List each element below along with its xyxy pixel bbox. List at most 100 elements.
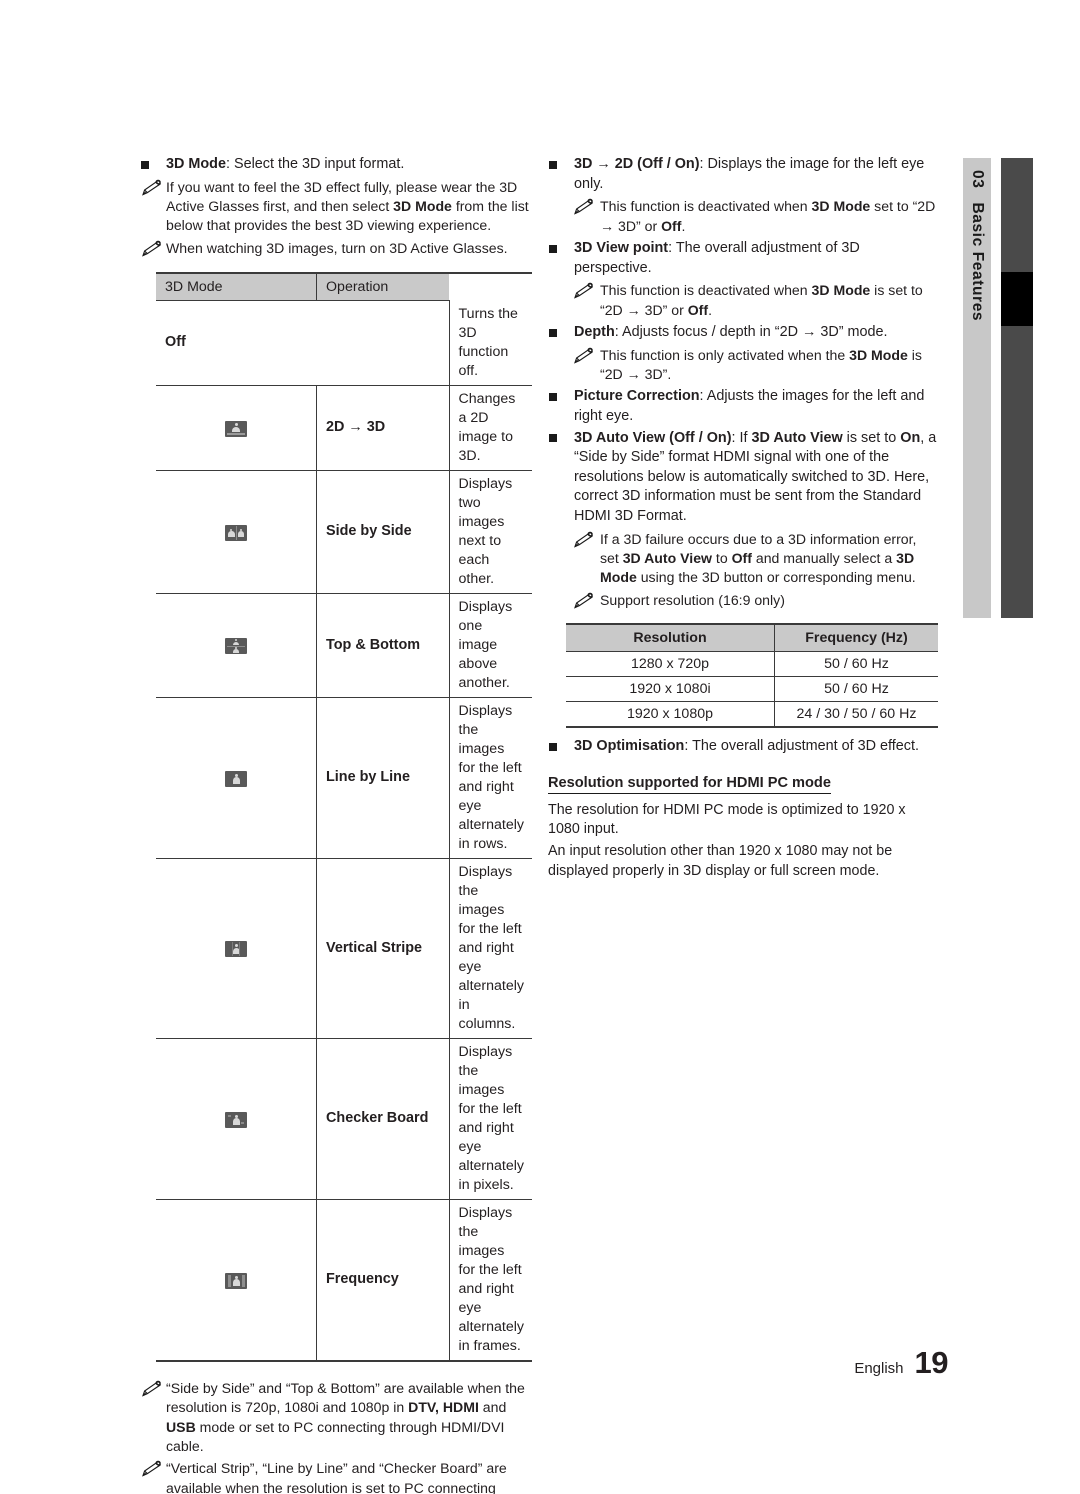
note-0-part-1: 3D Mode (393, 198, 452, 214)
mode-table-header-mode: 3D Mode (156, 273, 318, 302)
mode-operation: Displays the images for the left and rig… (449, 1038, 532, 1200)
bullet-item: 3D View point: The overall adjustment of… (548, 239, 938, 278)
resolution-table-header-frequency: Frequency (Hz) (774, 624, 938, 653)
table-row: 2D → 3D Changes a 2D image to 3D. (156, 385, 532, 471)
rblock-1-part-1: 3D Mode (811, 198, 871, 215)
rblock-3-part-0: This function is deactivated when (600, 282, 812, 299)
frequency-value: 50 / 60 Hz (774, 651, 938, 678)
note-pencil-icon (140, 1380, 162, 1397)
top-bottom-icon (225, 638, 247, 655)
table-row: Vertical Stripe Displays the images for t… (156, 858, 532, 1039)
mode-operation: Turns the 3D function off. (449, 300, 532, 386)
right-paragraphs: The resolution for HDMI PC mode is optim… (548, 801, 938, 881)
subheading-hdmi-pc: Resolution supported for HDMI PC mode (548, 775, 831, 794)
mode-icon-cell (156, 1199, 318, 1361)
mode-icon-cell (156, 593, 318, 698)
rblock-5-part-0: This function is only activated when the (600, 346, 850, 363)
mode-label: Frequency (316, 1199, 450, 1361)
resolution-value: 1920 x 1080i (566, 676, 775, 703)
2d-to-3d-icon (225, 420, 247, 437)
mode-icon-cell (156, 858, 318, 1039)
note-item: This function is deactivated when 3D Mod… (548, 197, 938, 236)
rblock-8-part-2: to (712, 549, 732, 566)
rblock-6-part-0: Picture Correction (574, 388, 700, 405)
rblock-4-part-0: Depth (574, 324, 615, 340)
mode-operation: Changes a 2D image to 3D. (449, 385, 532, 471)
mode-icon-cell (156, 385, 318, 471)
footer-language: English (854, 1360, 904, 1377)
rblock-7-part-2: 3D Auto View (751, 429, 843, 446)
table-row: 1280 x 720p 50 / 60 Hz (566, 651, 938, 678)
rblock-7-part-3: is set to (842, 429, 901, 446)
note-0-part-2: and (478, 1399, 507, 1416)
chapter-number: 03 (968, 170, 986, 189)
left-notes-top: If you want to feel the 3D effect fully,… (140, 178, 530, 259)
mode-operation: Displays two images next to each other. (449, 470, 532, 594)
table-row: Off Turns the 3D function off. (156, 300, 532, 386)
mode-table-body: Off Turns the 3D function off. 2D → 3D Chan… (156, 300, 532, 1361)
paragraph: The resolution for HDMI PC mode is optim… (548, 801, 906, 838)
rblock-3-part-4: . (708, 301, 712, 318)
footer-page-number: 19 (914, 1345, 949, 1380)
left-notes-bottom: “Side by Side” and “Top & Bottom” are av… (140, 1379, 530, 1494)
note-pencil-icon (572, 592, 594, 609)
bullet-item: 3D → 2D (Off / On): Displays the image f… (548, 155, 938, 194)
bullet-3d-optimisation: 3D Optimisation: The overall adjustment … (548, 737, 938, 757)
side-by-side-icon (225, 524, 247, 541)
chapter-title: Basic Features (968, 202, 986, 322)
note-item: When watching 3D images, turn on 3D Acti… (140, 239, 530, 258)
manual-page: 03 Basic Features 3D Mode: Select the 3D … (0, 0, 1080, 1494)
note-item: If you want to feel the 3D effect fully,… (140, 178, 530, 236)
table-row: Top & Bottom Displays one image above ano… (156, 593, 532, 698)
left-column: 3D Mode: Select the 3D input format. If … (140, 155, 532, 1494)
rblock-5-part-1: 3D Mode (849, 346, 908, 363)
resolution-table-body: 1280 x 720p 50 / 60 Hz 1920 x 1080i 50 / 60… (566, 651, 938, 728)
mode-icon-cell (156, 1038, 318, 1200)
mode-label: Off (156, 300, 450, 386)
note-item: This function is deactivated when 3D Mod… (548, 281, 938, 320)
table-row: Line by Line Displays the images for the … (156, 697, 532, 859)
mode-icon-cell (156, 470, 318, 594)
mode-table: 3D Mode Operation Off Turns the 3D functi… (156, 272, 532, 1362)
bullet-item: 3D Auto View (Off / On): If 3D Auto View… (548, 429, 938, 527)
note-pencil-icon (572, 531, 594, 548)
mode-label: Vertical Stripe (316, 858, 450, 1039)
note-pencil-icon (572, 198, 594, 215)
rblock-1-part-0: This function is deactivated when (600, 198, 812, 215)
bullet-3d-mode-label: 3D Mode (166, 156, 226, 172)
rblock-7-part-0: 3D Auto View (Off / On) (574, 429, 732, 446)
chapter-bar (1001, 158, 1033, 618)
vertical-stripe-icon (225, 941, 247, 958)
rblock-8-part-1: 3D Auto View (622, 549, 712, 566)
table-row: Side by Side Displays two images next to … (156, 470, 532, 594)
mode-table-header-operation: Operation (316, 273, 450, 302)
paragraph: An input resolution other than 1920 x 10… (548, 842, 893, 879)
bullet-item: Picture Correction: Adjusts the images f… (548, 387, 938, 426)
rblock-8-part-6: using the 3D button or corresponding men… (636, 569, 916, 586)
rblock-8-part-4: and manually select a (751, 549, 897, 566)
rblock-1-part-3: Off (661, 217, 682, 234)
mode-label: Checker Board (316, 1038, 450, 1200)
note-pencil-icon (572, 347, 594, 364)
note-pencil-icon (140, 240, 162, 257)
chapter-marker (1001, 272, 1033, 326)
mode-operation: Displays the images for the left and rig… (449, 858, 532, 1039)
note-item: If a 3D failure occurs due to a 3D infor… (548, 530, 938, 588)
mode-operation: Displays one image above another. (449, 593, 532, 698)
line-by-line-icon (225, 770, 247, 787)
rblock-9-part-0: Support resolution (16:9 only) (600, 591, 785, 608)
note-item: This function is only activated when the… (548, 346, 938, 385)
bullet-3d-mode: 3D Mode: Select the 3D input format. (140, 155, 530, 175)
resolution-table-header-row: Resolution Frequency (Hz) (566, 624, 938, 653)
mode-label: Side by Side (316, 470, 450, 594)
checker-board-icon (225, 1111, 247, 1128)
mode-label: Line by Line (316, 697, 450, 859)
note-0-part-1: DTV, HDMI (408, 1399, 479, 1416)
note-pencil-icon (572, 282, 594, 299)
page-footer: English 19 (854, 1345, 948, 1381)
rblock-7-part-1: : If (731, 429, 752, 446)
note-0-part-4: mode or set to PC connecting through HDM… (166, 1418, 505, 1454)
rich-one-part-1: : The overall adjustment of 3D effect. (684, 738, 919, 755)
note-item: “Vertical Strip”, “Line by Line” and “Ch… (140, 1459, 530, 1494)
rblock-2-part-0: 3D View point (574, 240, 669, 256)
